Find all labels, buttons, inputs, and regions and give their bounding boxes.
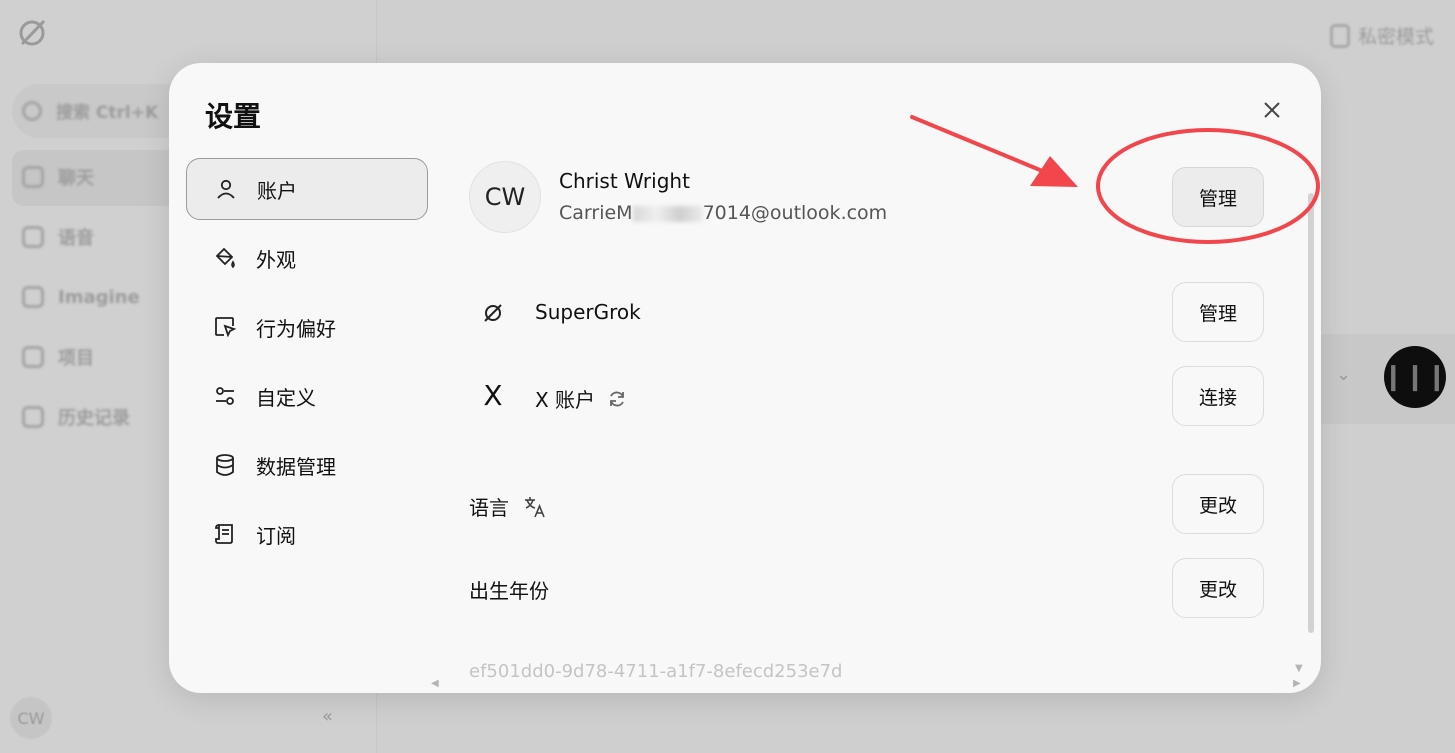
account-avatar: CW <box>469 161 541 233</box>
account-name: Christ Wright <box>559 169 690 193</box>
x-account-connect-button[interactable]: 连接 <box>1172 366 1264 426</box>
background-sidebar-item-voice[interactable]: 语音 <box>22 222 94 252</box>
private-mode-label: 私密模式 <box>1358 26 1435 48</box>
grok-logo-icon <box>19 19 46 46</box>
background-sidebar-label: Imagine <box>58 286 140 308</box>
translate-icon <box>525 496 545 517</box>
private-mode-button[interactable]: 私密模式 <box>1330 22 1434 49</box>
image-icon <box>22 286 44 308</box>
user-id: ef501dd0-9d78-4711-a1f7-8efecd253e7d <box>469 661 843 682</box>
paint-bucket-icon <box>212 245 238 271</box>
background-user-avatar[interactable]: CW <box>10 697 52 739</box>
background-sidebar-label: 项目 <box>58 348 94 369</box>
nav-item-account[interactable]: 账户 <box>186 158 428 220</box>
account-email-suffix: 7014@outlook.com <box>702 202 888 224</box>
x-account-label: X 账户 <box>535 384 627 413</box>
history-icon <box>22 406 44 428</box>
folder-icon <box>22 346 44 368</box>
voice-icon <box>22 226 44 248</box>
background-sidebar-item-projects[interactable]: 项目 <box>22 342 94 372</box>
language-label: 语言 <box>469 496 509 520</box>
scroll-down-arrow-icon[interactable]: ▼ <box>1295 663 1303 674</box>
lock-icon <box>1330 23 1350 48</box>
settings-nav: 账户 外观 行为偏好 自定义 数据管理 订阅 <box>186 158 428 572</box>
cursor-window-icon <box>212 314 238 340</box>
waveform-icon: ❙❙❙ <box>1382 362 1448 392</box>
background-sidebar-item-imagine[interactable]: Imagine <box>22 282 140 312</box>
nav-item-label: 自定义 <box>256 385 316 410</box>
account-email: CarrieM 7014@outlook.com <box>559 202 887 224</box>
refresh-icon[interactable] <box>607 389 627 409</box>
nav-item-label: 账户 <box>257 178 297 203</box>
chevron-down-icon[interactable]: ⌄ <box>1336 364 1351 385</box>
settings-modal: 设置 账户 外观 行为偏好 自定义 数据管理 订阅 CW Christ Wrig… <box>169 63 1321 693</box>
background-search-label: 搜索 Ctrl+K <box>56 103 159 123</box>
nav-item-customize[interactable]: 自定义 <box>186 365 428 427</box>
birth-year-row: 出生年份 <box>469 575 549 604</box>
supergrok-text: SuperGrok <box>535 300 641 324</box>
grok-logo-icon <box>479 299 507 327</box>
background-sidebar-label: 聊天 <box>58 168 94 189</box>
scroll-left-arrow-icon[interactable]: ◀ <box>431 678 439 689</box>
nav-item-label: 数据管理 <box>256 454 336 479</box>
account-email-prefix: CarrieM <box>559 202 633 224</box>
birth-year-change-button[interactable]: 更改 <box>1172 558 1264 618</box>
account-manage-button[interactable]: 管理 <box>1172 167 1264 227</box>
background-sidebar-label: 语音 <box>58 228 94 249</box>
collapse-sidebar-icon[interactable]: « <box>322 706 333 727</box>
supergrok-label: SuperGrok <box>535 300 641 324</box>
scroll-right-arrow-icon[interactable]: ▶ <box>1293 678 1301 689</box>
nav-item-behavior[interactable]: 行为偏好 <box>186 296 428 358</box>
nav-item-label: 行为偏好 <box>256 316 336 341</box>
sliders-icon <box>212 383 238 409</box>
modal-title: 设置 <box>205 100 262 133</box>
supergrok-manage-button[interactable]: 管理 <box>1172 282 1264 342</box>
background-sidebar-label: 历史记录 <box>58 408 130 429</box>
close-button[interactable] <box>1259 97 1285 123</box>
language-row: 语言 <box>469 492 547 521</box>
nav-item-appearance[interactable]: 外观 <box>186 227 428 289</box>
nav-item-label: 订阅 <box>256 523 296 548</box>
language-change-button[interactable]: 更改 <box>1172 474 1264 534</box>
edit-icon <box>22 166 44 188</box>
vertical-scrollbar[interactable] <box>1308 193 1314 633</box>
x-logo-icon: X <box>483 378 503 412</box>
user-icon <box>213 176 239 202</box>
background-sidebar-item-history[interactable]: 历史记录 <box>22 402 130 432</box>
nav-item-data-management[interactable]: 数据管理 <box>186 434 428 496</box>
x-account-text: X 账户 <box>535 388 596 412</box>
database-icon <box>212 452 238 478</box>
voice-mode-button[interactable]: ❙❙❙ <box>1382 346 1448 408</box>
email-redaction <box>632 205 703 222</box>
nav-item-subscription[interactable]: 订阅 <box>186 503 428 565</box>
background-sidebar-item-chat[interactable]: 聊天 <box>22 162 94 192</box>
scroll-icon <box>212 521 238 547</box>
close-icon <box>1264 102 1280 118</box>
nav-item-label: 外观 <box>256 247 296 272</box>
search-icon <box>22 100 42 121</box>
birth-year-label: 出生年份 <box>469 579 549 603</box>
